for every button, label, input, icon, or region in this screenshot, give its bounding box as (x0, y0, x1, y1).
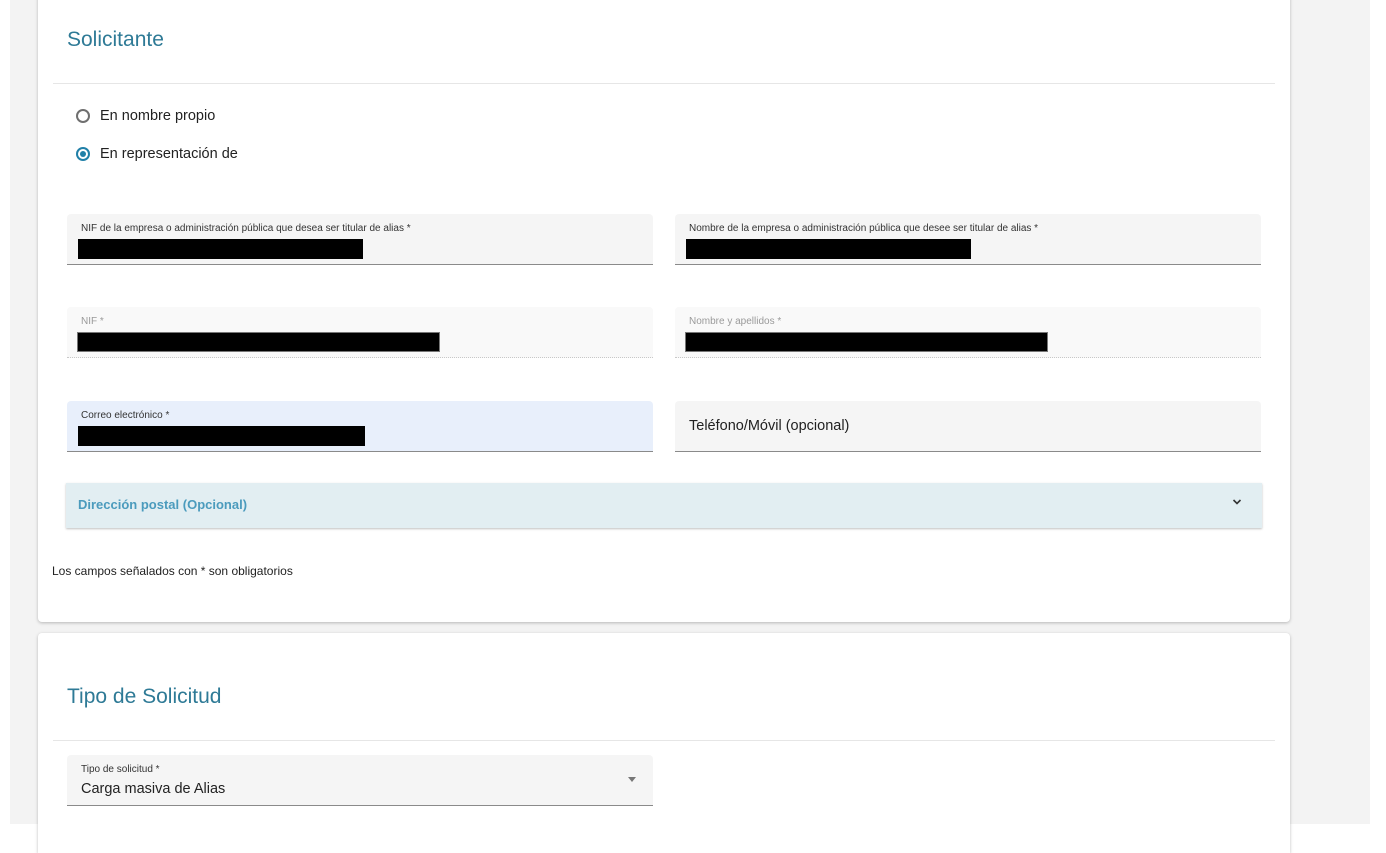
redacted-value (685, 332, 1048, 352)
telefono-placeholder: Teléfono/Móvil (opcional) (689, 418, 850, 434)
chevron-down-icon[interactable] (1232, 497, 1242, 507)
tipo-solicitud-select[interactable]: Tipo de solicitud * Carga masiva de Alia… (67, 755, 653, 806)
radio-checked-icon[interactable] (76, 147, 90, 161)
tipo-solicitud-card: Tipo de Solicitud Tipo de solicitud * Ca… (38, 633, 1290, 853)
section-divider (53, 83, 1275, 84)
radio-en-representacion[interactable]: En representación de (76, 144, 238, 164)
redacted-value (78, 426, 365, 446)
caret-down-icon[interactable] (628, 777, 636, 782)
field-label: Correo electrónico * (81, 410, 170, 421)
correo-electronico-field[interactable]: Correo electrónico * (67, 401, 653, 452)
required-fields-note: Los campos señalados con * son obligator… (52, 564, 293, 578)
radio-label: En nombre propio (100, 108, 216, 124)
nif-field: NIF * (67, 307, 653, 358)
section-title-tipo-solicitud: Tipo de Solicitud (67, 685, 222, 708)
accordion-label: Dirección postal (Opcional) (78, 497, 248, 512)
section-title-solicitante: Solicitante (67, 28, 164, 51)
radio-label: En representación de (100, 146, 238, 162)
field-label: NIF de la empresa o administración públi… (81, 223, 411, 234)
empresa-nif-field[interactable]: NIF de la empresa o administración públi… (67, 214, 653, 265)
field-label: Nombre y apellidos * (689, 316, 782, 327)
field-label: Nombre de la empresa o administración pú… (689, 223, 1039, 234)
nombre-apellidos-field: Nombre y apellidos * (675, 307, 1261, 358)
redacted-value (77, 332, 440, 352)
radio-unchecked-icon[interactable] (76, 109, 90, 123)
field-label: NIF * (81, 316, 104, 327)
radio-en-nombre-propio[interactable]: En nombre propio (76, 106, 215, 126)
field-label: Tipo de solicitud * (81, 764, 160, 775)
redacted-value (78, 239, 363, 259)
redacted-value (686, 239, 971, 259)
direccion-postal-accordion[interactable]: Dirección postal (Opcional) (66, 483, 1262, 528)
empresa-nombre-field[interactable]: Nombre de la empresa o administración pú… (675, 214, 1261, 265)
solicitante-card: Solicitante En nombre propio En represen… (38, 0, 1290, 622)
select-value: Carga masiva de Alias (81, 781, 226, 797)
section-divider (53, 740, 1275, 741)
telefono-field[interactable]: Teléfono/Móvil (opcional) (675, 401, 1261, 452)
